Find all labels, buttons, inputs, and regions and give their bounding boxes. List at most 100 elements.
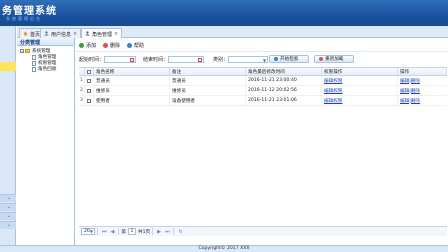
help-icon bbox=[127, 42, 133, 48]
reload-button-label: 重新加载 bbox=[325, 57, 344, 62]
chevron-down-icon[interactable]: ⌄ bbox=[6, 213, 12, 219]
start-time-label: 起始时间： bbox=[79, 56, 105, 63]
chevron-down-icon[interactable]: ⌄ bbox=[6, 204, 12, 210]
next-page-icon[interactable]: ▶ bbox=[157, 229, 161, 235]
row-checkbox[interactable] bbox=[87, 88, 91, 93]
pagination-bar: 20 ▼ ⏮ ◀ 第 1 共1页 ▶ ⏭ ↻ bbox=[79, 226, 447, 236]
help-button[interactable]: 帮助 bbox=[127, 42, 144, 49]
category-panel: 分类管理 − 系统管理 角色管理 权限管理 角色回收 bbox=[17, 38, 75, 245]
row-select[interactable] bbox=[85, 86, 94, 95]
tab-user-info[interactable]: 用户信息 × bbox=[40, 28, 82, 38]
role-note: 普通员 bbox=[170, 76, 246, 85]
select-all-checkbox[interactable] bbox=[87, 69, 91, 74]
delete-button[interactable]: 删除 bbox=[103, 42, 120, 49]
add-button-label: 添加 bbox=[86, 42, 97, 49]
close-icon[interactable]: × bbox=[114, 31, 118, 37]
edit-delete-link[interactable]: 编辑|删除 bbox=[400, 88, 420, 94]
prev-page-icon[interactable]: ◀ bbox=[111, 229, 115, 235]
header-note[interactable]: 备注 bbox=[170, 68, 246, 75]
search-bar: 起始时间： 结束时间： 类别： ▼ 开始检索 重新加载 bbox=[79, 55, 448, 63]
app-title: 务管理系统 bbox=[2, 6, 57, 17]
edit-permission-link[interactable]: 编辑权限 bbox=[324, 98, 342, 104]
delete-button-label: 删除 bbox=[110, 42, 121, 49]
edit-delete-link[interactable]: 编辑|删除 bbox=[400, 98, 420, 104]
last-page-icon[interactable]: ⏭ bbox=[165, 229, 170, 235]
page-size-select[interactable]: 20 ▼ bbox=[81, 228, 95, 235]
nav-active-item[interactable] bbox=[0, 62, 16, 71]
help-button-label: 帮助 bbox=[134, 42, 145, 49]
reload-icon bbox=[319, 57, 323, 61]
tree-node-role-recycle[interactable]: 角色回收 bbox=[20, 66, 74, 72]
modified-time: 2016-11-21 23:00:40 bbox=[246, 76, 322, 85]
edit-permission-link[interactable]: 编辑权限 bbox=[324, 88, 342, 94]
delete-icon bbox=[103, 42, 109, 48]
document-icon bbox=[32, 60, 36, 66]
tab-label: 用户信息 bbox=[51, 32, 72, 38]
pager-divider bbox=[173, 228, 175, 235]
header-modified-time[interactable]: 角色最后修改时间 bbox=[246, 68, 322, 75]
modified-time: 2016-11-21 23:01:06 bbox=[246, 96, 322, 105]
table-row[interactable]: 1 普通员 普通员 2016-11-21 23:00:40 编辑权限 编辑|删除 bbox=[79, 76, 447, 86]
edit-delete-link[interactable]: 编辑|删除 bbox=[400, 78, 420, 84]
toolbar-divider bbox=[76, 51, 448, 52]
row-checkbox[interactable] bbox=[87, 98, 91, 103]
start-time-input[interactable] bbox=[104, 55, 137, 63]
add-icon bbox=[79, 42, 84, 48]
header-operation[interactable]: 操作 bbox=[398, 68, 447, 75]
end-time-label: 结束时间： bbox=[143, 56, 169, 63]
close-icon[interactable]: × bbox=[73, 31, 77, 37]
reload-button[interactable]: 重新加载 bbox=[314, 55, 354, 63]
header-select-all[interactable] bbox=[85, 68, 94, 75]
role-note: 设备使用者 bbox=[170, 96, 246, 105]
document-icon bbox=[32, 66, 36, 72]
row-checkbox[interactable] bbox=[87, 78, 91, 83]
collapsed-nav: ⌄ ⌄ ⌄ ⌄ bbox=[0, 26, 16, 245]
role-management-content: 添加 删除 帮助 起始时间： 结束时间： 类别： ▼ 开始检索 重新加载 角色名… bbox=[76, 38, 448, 245]
role-name: 使用者 bbox=[94, 96, 170, 105]
header-role-name[interactable]: 角色名称 bbox=[94, 68, 170, 75]
pager-divider bbox=[152, 228, 154, 235]
modified-time: 2016-11-12 20:02:56 bbox=[246, 86, 322, 95]
first-page-icon[interactable]: ⏮ bbox=[102, 229, 107, 235]
category-panel-title: 分类管理 bbox=[17, 38, 74, 46]
category-tree: − 系统管理 角色管理 权限管理 角色回收 bbox=[17, 46, 74, 72]
home-icon bbox=[23, 31, 28, 36]
footer: Copyright© 2017 XXX bbox=[0, 245, 448, 252]
pager-divider bbox=[118, 228, 120, 235]
search-button[interactable]: 开始检索 bbox=[269, 55, 309, 63]
app-subtitle: 系统管理后台 bbox=[6, 16, 42, 21]
chevron-down-icon[interactable]: ⌄ bbox=[6, 195, 12, 201]
page-number-input[interactable]: 1 bbox=[127, 228, 136, 235]
table-row[interactable]: 3 使用者 设备使用者 2016-11-21 23:01:06 编辑权限 编辑|… bbox=[79, 96, 447, 106]
role-icon bbox=[85, 31, 90, 36]
type-label: 类别： bbox=[213, 56, 229, 63]
end-time-input[interactable] bbox=[168, 55, 205, 63]
folder-icon bbox=[25, 49, 30, 53]
chevron-down-icon[interactable]: ⌄ bbox=[6, 222, 12, 228]
add-button[interactable]: 添加 bbox=[79, 42, 96, 49]
row-select[interactable] bbox=[85, 96, 94, 105]
search-icon bbox=[274, 57, 278, 61]
user-icon bbox=[44, 31, 49, 36]
tab-label: 首页 bbox=[30, 32, 41, 38]
row-select[interactable] bbox=[85, 76, 94, 85]
header-permission-op[interactable]: 权限操作 bbox=[322, 68, 398, 75]
pager-divider bbox=[97, 228, 98, 235]
calendar-icon[interactable] bbox=[198, 57, 203, 62]
collapse-icon[interactable]: − bbox=[20, 49, 24, 53]
role-note: 维修员 bbox=[170, 86, 246, 95]
chevron-down-icon: ▼ bbox=[89, 229, 93, 234]
role-name: 维修员 bbox=[94, 86, 170, 95]
calendar-icon[interactable] bbox=[130, 57, 135, 62]
page-prefix: 第 bbox=[121, 229, 126, 235]
table-row[interactable]: 2 维修员 维修员 2016-11-12 20:02:56 编辑权限 编辑|删除 bbox=[79, 86, 447, 96]
refresh-icon[interactable]: ↻ bbox=[178, 229, 182, 235]
table-header: 角色名称 备注 角色最后修改时间 权限操作 操作 bbox=[79, 68, 447, 76]
toolbar: 添加 删除 帮助 bbox=[79, 41, 151, 49]
role-table: 角色名称 备注 角色最后修改时间 权限操作 操作 1 普通员 普通员 2016-… bbox=[79, 67, 447, 106]
type-select[interactable]: ▼ bbox=[228, 55, 269, 63]
search-button-label: 开始检索 bbox=[280, 57, 299, 62]
document-icon bbox=[32, 54, 36, 60]
edit-permission-link[interactable]: 编辑权限 bbox=[324, 78, 342, 84]
app-header: 务管理系统 系统管理后台 bbox=[0, 0, 448, 26]
